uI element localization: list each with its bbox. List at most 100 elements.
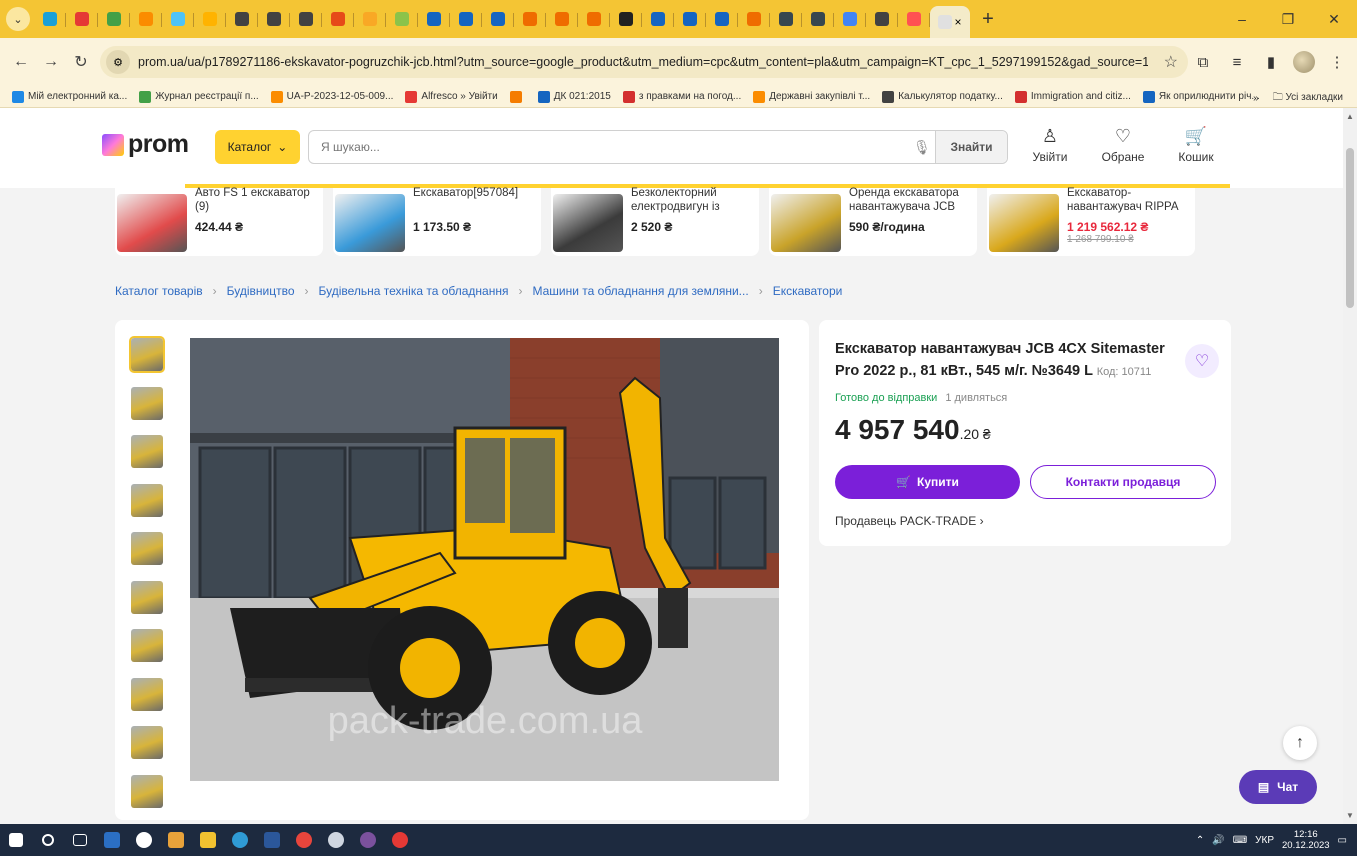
chrome-icon[interactable] [288, 824, 320, 856]
bookmark-item[interactable]: Державні закупівлі т... [753, 90, 870, 103]
product-main-photo[interactable]: pack-trade.com.ua [190, 338, 779, 781]
browser-tab[interactable] [642, 5, 674, 33]
back-arrow-icon[interactable]: ← [6, 47, 36, 77]
browser-tab[interactable] [866, 5, 898, 33]
breadcrumb-link[interactable]: Екскаватори [773, 284, 843, 298]
browser-tab[interactable] [98, 5, 130, 33]
word-icon[interactable] [256, 824, 288, 856]
login-button[interactable]: ♙ Увійти [1020, 126, 1080, 164]
add-to-favorites-heart-icon[interactable]: ♡ [1185, 344, 1219, 378]
browser-tab[interactable] [194, 5, 226, 33]
close-window-icon[interactable]: ✕ [1311, 0, 1357, 38]
reading-list-icon[interactable]: ≡ [1225, 54, 1249, 71]
search-icon[interactable] [32, 824, 64, 856]
scroll-to-top-icon[interactable]: ↑ [1283, 726, 1317, 760]
favorites-button[interactable]: ♡ Обране [1093, 126, 1153, 164]
browser-tab[interactable] [738, 5, 770, 33]
bookmark-item[interactable]: Immigration and citiz... [1014, 90, 1131, 103]
browser-tab-active[interactable]: × [930, 6, 970, 38]
recommended-product-card[interactable]: Безколекторний електродвигун із 2 520 ₴ [551, 187, 759, 256]
bookmark-item[interactable]: ДК 021:2015 [537, 90, 611, 103]
browser-tab[interactable] [322, 5, 354, 33]
bookmark-item[interactable]: Мій електронний ка... [12, 90, 127, 103]
bookmark-item[interactable]: Калькулятор податку... [882, 90, 1003, 103]
browser-tab[interactable] [674, 5, 706, 33]
tab-list-chevron-icon[interactable]: ⌄ [6, 7, 30, 31]
browser-tab[interactable] [770, 5, 802, 33]
cart-button[interactable]: 🛒 Кошик [1166, 126, 1226, 164]
bookmark-item[interactable]: Як оприлюднити річ... [1142, 90, 1260, 103]
breadcrumb-link[interactable]: Будівельна техніка та обладнання [319, 284, 509, 298]
browser-tab[interactable] [706, 5, 738, 33]
notifications-icon[interactable]: ▭ [1338, 835, 1347, 846]
recommended-product-card[interactable]: Авто FS 1 екскаватор (9) 424.44 ₴ [115, 187, 323, 256]
keyboard-icon[interactable]: ⌨ [1233, 835, 1247, 846]
maximize-icon[interactable]: ❐ [1265, 0, 1311, 38]
browser-tab[interactable] [34, 5, 66, 33]
forward-arrow-icon[interactable]: → [36, 47, 66, 77]
gallery-thumbnail[interactable] [131, 386, 163, 420]
extensions-icon[interactable]: ⧉ [1191, 54, 1215, 71]
chat-button[interactable]: ▤ Чат [1239, 770, 1317, 804]
breadcrumb-link[interactable]: Машини та обладнання для земляни... [532, 284, 748, 298]
all-bookmarks-folder[interactable]: 🗀 Усі закладки [1273, 90, 1343, 107]
search-button[interactable]: Знайти [935, 131, 1007, 163]
bookmarks-overflow-button[interactable]: » [1253, 93, 1259, 104]
browser-tab[interactable] [418, 5, 450, 33]
seller-link[interactable]: Продавець PACK-TRADE › [835, 514, 984, 528]
browser-tab[interactable] [258, 5, 290, 33]
browser-tab[interactable] [546, 5, 578, 33]
prom-logo[interactable]: prom [102, 130, 189, 159]
gallery-thumbnail[interactable] [131, 532, 163, 565]
recommended-product-card[interactable]: Екскаватор[957084] 1 173.50 ₴ [333, 187, 541, 256]
browser-tab[interactable] [162, 5, 194, 33]
page-scrollbar[interactable]: ▲ ▼ [1343, 108, 1357, 824]
edge-icon[interactable] [224, 824, 256, 856]
side-panel-icon[interactable]: ▮ [1259, 53, 1283, 71]
tray-chevron-icon[interactable]: ⌃ [1196, 835, 1204, 846]
browser-tab[interactable] [802, 5, 834, 33]
bookmark-star-icon[interactable]: ☆ [1164, 52, 1178, 72]
browser-tab[interactable] [130, 5, 162, 33]
catalog-button[interactable]: Каталог ⌄ [215, 130, 300, 164]
bookmark-item[interactable] [509, 90, 526, 103]
gallery-thumbnail[interactable] [131, 580, 163, 614]
recommended-product-card[interactable]: Екскаватор-навантажувач RIPPA 1 219 562.1… [987, 187, 1195, 256]
task-view-icon[interactable] [64, 824, 96, 856]
close-tab-icon[interactable]: × [954, 15, 961, 29]
gallery-thumbnail[interactable] [131, 774, 163, 808]
scrollbar-thumb[interactable] [1346, 148, 1354, 308]
site-settings-icon[interactable]: ⚙ [106, 50, 130, 74]
reload-icon[interactable]: ↻ [66, 47, 96, 77]
browser-tab[interactable] [482, 5, 514, 33]
browser-tab[interactable] [898, 5, 930, 33]
browser-tab[interactable] [610, 5, 642, 33]
browser-tab[interactable] [354, 5, 386, 33]
gallery-thumbnail[interactable] [131, 435, 163, 468]
volume-icon[interactable]: 🔊 [1212, 835, 1224, 846]
browser-tab[interactable] [578, 5, 610, 33]
gallery-thumbnail[interactable] [131, 726, 163, 759]
windows-start-icon[interactable] [0, 824, 32, 856]
bookmark-item[interactable]: Журнал реєстрації п... [139, 90, 259, 103]
gallery-thumbnail[interactable] [131, 483, 163, 517]
browser-tab[interactable] [834, 5, 866, 33]
viber-icon[interactable] [352, 824, 384, 856]
browser-tab[interactable] [386, 5, 418, 33]
menu-dots-icon[interactable]: ⋮ [1325, 53, 1349, 71]
address-bar[interactable]: ⚙ prom.ua/ua/p1789271186-ekskavator-pogr… [100, 46, 1188, 78]
scroll-up-arrow-icon[interactable]: ▲ [1346, 112, 1354, 121]
buy-button[interactable]: 🛒 Купити [835, 465, 1020, 499]
red-app-icon[interactable] [384, 824, 416, 856]
url-text[interactable]: prom.ua/ua/p1789271186-ekskavator-pogruz… [138, 55, 1148, 69]
breadcrumb-link[interactable]: Будівництво [227, 284, 295, 298]
language-indicator[interactable]: УКР [1255, 835, 1274, 846]
photoshop-icon[interactable] [96, 824, 128, 856]
recommended-product-card[interactable]: Оренда екскаватора навантажувача JCB 590 … [769, 187, 977, 256]
clock[interactable]: 12:16 20.12.2023 [1282, 829, 1330, 851]
new-tab-button[interactable]: + [976, 8, 1000, 31]
breadcrumb-link[interactable]: Каталог товарів [115, 284, 203, 298]
bookmark-item[interactable]: Alfresco » Увійти [405, 90, 498, 103]
browser-tab[interactable] [290, 5, 322, 33]
browser-tab[interactable] [66, 5, 98, 33]
